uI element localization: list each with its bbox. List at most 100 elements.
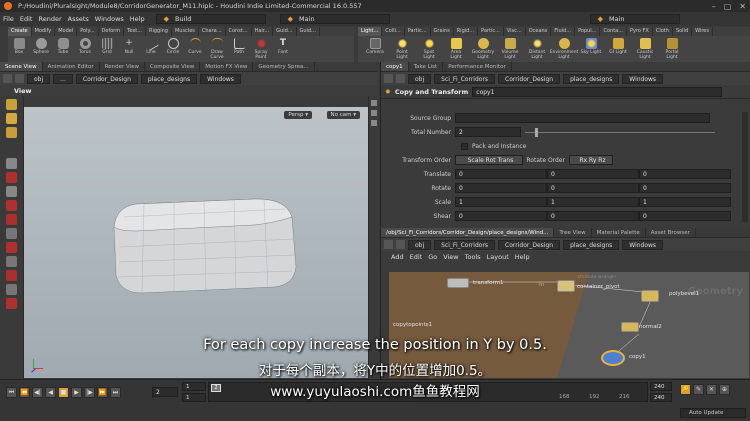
shelf-tab[interactable]: Muscles: [172, 27, 199, 36]
tool-gi-light[interactable]: GI Light: [607, 38, 629, 55]
forward-icon[interactable]: [396, 74, 405, 83]
node-transform1[interactable]: [447, 278, 469, 288]
scale-z-input[interactable]: 1: [639, 197, 731, 207]
path-obj[interactable]: obj: [27, 73, 51, 84]
tool-path[interactable]: Path: [228, 38, 250, 55]
tool-torus[interactable]: Torus: [74, 38, 96, 55]
menu-file[interactable]: File: [0, 15, 17, 23]
tab-composite-view[interactable]: Composite View: [145, 62, 201, 71]
shear-y-input[interactable]: 0: [547, 211, 639, 221]
arrow-tool-icon[interactable]: [6, 158, 17, 169]
net-menu-view[interactable]: View: [443, 253, 458, 261]
tool-grid[interactable]: Grid: [96, 38, 118, 55]
shelf-tab[interactable]: Wires: [692, 27, 713, 36]
transform-order-select[interactable]: Scale Rot Trans: [455, 155, 523, 165]
path-sci-fi-corridors[interactable]: Sci_Fi_Corridors: [434, 73, 496, 84]
back-icon[interactable]: [3, 74, 12, 83]
back-icon[interactable]: [384, 240, 393, 249]
tool-circle[interactable]: Circle: [162, 38, 184, 55]
tab-network-path[interactable]: /obj/Sci_Fi_Corridors/Corridor_Design/pl…: [381, 228, 555, 237]
shelf-tab[interactable]: Text...: [124, 27, 147, 36]
tool-camera[interactable]: Camera: [364, 38, 386, 55]
shelf-tab[interactable]: Hair...: [252, 27, 274, 36]
parameter-scrollbar[interactable]: [742, 112, 748, 222]
shelf-tab[interactable]: Cloth: [653, 27, 673, 36]
tool-line[interactable]: Line: [140, 35, 162, 55]
menu-help[interactable]: Help: [127, 15, 148, 23]
pack-checkbox[interactable]: [461, 142, 468, 150]
shelf-tab[interactable]: Popul...: [575, 27, 601, 36]
tab-motion-fx-view[interactable]: Motion FX View: [200, 62, 254, 71]
shelf-tab[interactable]: Solid: [673, 27, 693, 36]
view-tool-icon[interactable]: [6, 228, 17, 239]
forward-icon[interactable]: [396, 240, 405, 249]
tool-geometry-light[interactable]: Geometry Light: [472, 38, 494, 60]
desktop-main-select[interactable]: ◆ Main: [589, 14, 680, 24]
tool-point-light[interactable]: Point Light: [391, 38, 413, 60]
net-menu-edit[interactable]: Edit: [410, 253, 423, 261]
net-menu-add[interactable]: Add: [391, 253, 404, 261]
tool-curve[interactable]: Curve: [184, 38, 206, 55]
total-number-input[interactable]: 2: [455, 127, 521, 137]
tab-geometry-spreadsheet[interactable]: Geometry Sprea...: [253, 62, 315, 71]
shelf-tab[interactable]: Partic...: [405, 27, 431, 36]
tab-take-list[interactable]: Take List: [409, 62, 444, 71]
path-obj[interactable]: obj: [408, 73, 432, 84]
translate-z-input[interactable]: 0: [639, 169, 731, 179]
rotate-y-input[interactable]: 0: [547, 183, 639, 193]
scale-y-input[interactable]: 1: [547, 197, 639, 207]
paint-tool-icon[interactable]: [6, 214, 17, 225]
path-sci-fi-corridors[interactable]: Sci_Fi_Corridors: [434, 239, 496, 250]
desktop-right-select[interactable]: ◆ Main: [279, 14, 390, 24]
rotate-x-input[interactable]: 0: [455, 183, 547, 193]
shelf-tab[interactable]: Guid...: [297, 27, 320, 36]
menu-assets[interactable]: Assets: [65, 15, 92, 23]
menu-render[interactable]: Render: [35, 15, 64, 23]
tab-animation-editor[interactable]: Animation Editor: [43, 62, 100, 71]
net-menu-go[interactable]: Go: [428, 253, 437, 261]
path-windows[interactable]: Windows: [622, 73, 664, 84]
node-polybevel1[interactable]: [641, 290, 659, 302]
tool-tube[interactable]: Tube: [52, 38, 74, 55]
tool-environment-light[interactable]: Environment Light: [550, 38, 578, 60]
rotate-tool-icon[interactable]: [6, 172, 17, 183]
path-windows[interactable]: Windows: [622, 239, 664, 250]
shelf-tab[interactable]: Pyro FX: [627, 27, 653, 36]
auto-update-select[interactable]: Auto Update: [680, 408, 746, 418]
shear-z-input[interactable]: 0: [639, 211, 731, 221]
rotate-z-input[interactable]: 0: [639, 183, 731, 193]
display-option-icon[interactable]: [370, 120, 377, 126]
total-number-slider[interactable]: [525, 127, 715, 137]
shelf-tab-create[interactable]: Create: [8, 27, 32, 36]
tool-spot-light[interactable]: Spot Light: [418, 38, 440, 60]
menu-windows[interactable]: Windows: [92, 15, 127, 23]
tool-area-light[interactable]: Area Light: [445, 38, 467, 60]
back-icon[interactable]: [384, 74, 393, 83]
tool-volume-light[interactable]: Volume Light: [499, 38, 521, 60]
move-tool-icon[interactable]: [6, 113, 17, 124]
tab-render-view[interactable]: Render View: [100, 62, 146, 71]
shelf-tab[interactable]: Oceans: [526, 27, 552, 36]
tab-tree-view[interactable]: Tree View: [554, 228, 592, 237]
tool-null[interactable]: + Null: [118, 38, 140, 55]
shelf-tab[interactable]: Fluid...: [551, 27, 576, 36]
gear-icon[interactable]: ✹: [385, 88, 391, 96]
shelf-tab[interactable]: Colli...: [382, 27, 405, 36]
source-group-input[interactable]: [455, 113, 710, 123]
magnet-tool-icon[interactable]: [6, 270, 17, 281]
scale-tool-icon[interactable]: [6, 186, 17, 197]
node-name-field[interactable]: copy1: [472, 86, 723, 97]
secondary-tool-icon[interactable]: [6, 298, 17, 309]
shelf-tab[interactable]: Conta...: [600, 27, 627, 36]
node-normal2[interactable]: [621, 322, 639, 332]
net-menu-tools[interactable]: Tools: [465, 253, 481, 261]
tab-scene-view[interactable]: Scene View: [0, 62, 43, 71]
shelf-tab[interactable]: Modify: [32, 27, 56, 36]
shelf-tab[interactable]: Const...: [226, 27, 252, 36]
menu-edit[interactable]: Edit: [17, 15, 36, 23]
shelf-tab[interactable]: Model: [55, 27, 78, 36]
shelf-tab[interactable]: Guid...: [273, 27, 297, 36]
shelf-tab[interactable]: Partic...: [478, 27, 504, 36]
path-ellipsis[interactable]: ...: [53, 73, 73, 84]
shelf-tab[interactable]: Chara...: [199, 27, 226, 36]
